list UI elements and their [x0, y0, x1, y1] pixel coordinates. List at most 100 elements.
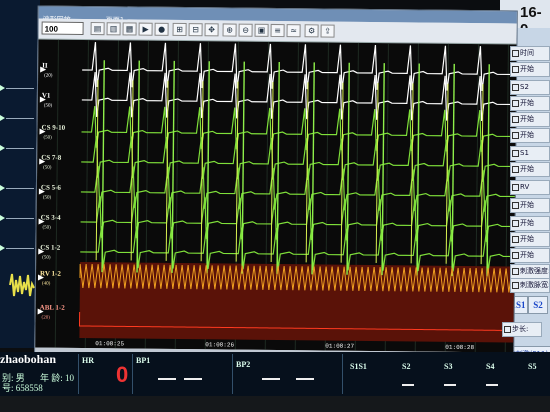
right-panel-item[interactable]: 开始 — [510, 198, 550, 213]
grid-icon[interactable]: ▦ — [122, 22, 137, 36]
s2-label: S2 — [402, 362, 411, 371]
right-panel-item[interactable]: 刺激脉宽: — [510, 278, 550, 293]
right-panel-item[interactable]: 开始 — [510, 248, 550, 263]
zoom-out-icon[interactable]: ⊖ — [238, 23, 253, 37]
patient-age: 年 龄: 10 — [40, 373, 75, 383]
divider — [78, 354, 79, 394]
channel-icon[interactable]: ≡ — [270, 23, 285, 38]
s1s1-label: S1S1 — [350, 362, 367, 371]
divider — [232, 354, 233, 394]
settings-icon[interactable]: ⚙ — [304, 24, 319, 38]
right-panel-item[interactable]: 开始 — [510, 216, 550, 231]
caliper-icon[interactable]: ⊟ — [188, 23, 203, 37]
patient-name: zhaobohan — [0, 352, 57, 366]
s2-button[interactable]: S2 — [528, 296, 548, 314]
bp1-dash — [158, 378, 176, 380]
bp2-dash — [262, 378, 280, 380]
bp1-dash — [184, 378, 202, 380]
right-panel-item[interactable]: S1 — [510, 146, 550, 161]
channel-label: ABL 1-2 — [40, 304, 66, 312]
channel-scale: (50) — [43, 196, 52, 201]
time-tick-label: 01:08:26 — [205, 341, 234, 348]
channel-marker — [0, 145, 34, 151]
channel-label: CS 3-4 — [41, 214, 62, 222]
steps-label: 步长: — [502, 322, 542, 337]
right-panel-item[interactable]: 开始 — [510, 128, 550, 143]
print-icon[interactable]: ▤ — [90, 22, 105, 36]
channel-scale: (20) — [44, 74, 53, 79]
channel-scale: (20) — [42, 316, 51, 321]
right-panel-item[interactable]: 刺激强度: — [510, 264, 550, 279]
channel-trace — [82, 42, 517, 92]
right-panel-item[interactable]: 开始 — [510, 232, 550, 247]
right-panel-item[interactable]: 开始 — [510, 62, 550, 77]
spike-line — [101, 60, 105, 273]
waveform-plot[interactable]: II (20) V1 (50) CS 9-10 (50) CS 7-8 (50) CS 5-6 (… — [35, 39, 517, 353]
left-strip-signal — [8, 270, 36, 300]
right-panel-item[interactable]: 开始 — [510, 112, 550, 127]
export-icon[interactable]: ⇪ — [320, 24, 335, 38]
spike-line — [311, 62, 315, 275]
play-icon[interactable]: ▶ — [138, 22, 153, 36]
right-panel-item[interactable]: RV — [510, 180, 550, 195]
channel-marker — [0, 215, 34, 221]
channel-label: V1 — [42, 92, 51, 100]
right-panel-item[interactable]: 开始 — [510, 96, 550, 111]
hr-label: HR — [82, 356, 94, 365]
right-panel-item[interactable]: 开始 — [510, 162, 550, 177]
spike-line — [346, 62, 350, 275]
time-tick-label: 01:08:28 — [445, 344, 474, 351]
channel-trace — [81, 72, 516, 122]
patient-id: 号: 658558 — [2, 383, 43, 393]
channel-scale: (50) — [42, 226, 51, 231]
channel-scale: (50) — [43, 166, 52, 171]
zoom-in-icon[interactable]: ⊕ — [222, 23, 237, 37]
channel-label: II — [42, 62, 48, 70]
save-icon[interactable]: ▥ — [106, 22, 121, 36]
channel-scale: (50) — [44, 104, 53, 109]
channel-marker — [0, 115, 34, 121]
measure-icon[interactable]: ⊞ — [172, 22, 187, 37]
zoom-select[interactable]: 100 — [41, 21, 84, 35]
time-tick-label: 01:08:27 — [325, 343, 354, 350]
channel-trace — [80, 196, 515, 242]
time-tick-label: 01:08:25 — [95, 340, 124, 347]
hr-value: 0 — [116, 362, 129, 387]
s4-dash — [486, 384, 498, 386]
channel-label: CS 5-6 — [41, 184, 62, 192]
bp1-label: BP1 — [136, 356, 151, 365]
channel-label: RV 1-2 — [40, 270, 61, 278]
divider — [342, 354, 343, 394]
channel-scale: (50) — [42, 256, 51, 261]
channel-scale: (50) — [43, 136, 52, 141]
filter-icon[interactable]: ≈ — [286, 24, 301, 38]
channel-scale: (40) — [42, 282, 51, 287]
spike-line — [486, 64, 490, 277]
channel-trace — [81, 136, 516, 182]
right-panel-item[interactable]: 时间 — [510, 46, 550, 61]
spike-line — [241, 61, 245, 274]
spike-line — [381, 63, 385, 276]
channel-label: CS 9-10 — [42, 124, 66, 132]
grid-line — [54, 39, 59, 348]
s3-label: S3 — [444, 362, 453, 371]
channel-label: CS 1-2 — [40, 244, 61, 252]
right-panel-item[interactable]: S2 — [510, 80, 550, 95]
waveform-replay-window: 波形回放 页面1 100 ▤ ▥ ▦ ▶ ● ⊞ ⊟ ✥ ⊕ ⊖ ▣ ≡ ≈ ⚙… — [34, 5, 518, 359]
s5-label: S5 — [528, 362, 537, 371]
channel-marker — [0, 185, 34, 191]
waveform-canvas[interactable]: II (20) V1 (50) CS 9-10 (50) CS 7-8 (50) CS 5-6 (… — [35, 39, 517, 353]
s3-dash — [444, 384, 456, 386]
channel-marker — [0, 85, 34, 91]
spike-line — [451, 63, 455, 276]
channel-label: CS 7-8 — [41, 154, 62, 162]
channel-marker — [0, 245, 34, 251]
bp2-dash — [296, 378, 314, 380]
move-icon[interactable]: ✥ — [204, 23, 219, 37]
s4-label: S4 — [486, 362, 495, 371]
record-icon[interactable]: ● — [154, 22, 169, 36]
layout-icon[interactable]: ▣ — [254, 23, 269, 37]
s2-dash — [402, 384, 414, 386]
divider — [132, 354, 133, 394]
monitor-bezel — [0, 396, 550, 412]
